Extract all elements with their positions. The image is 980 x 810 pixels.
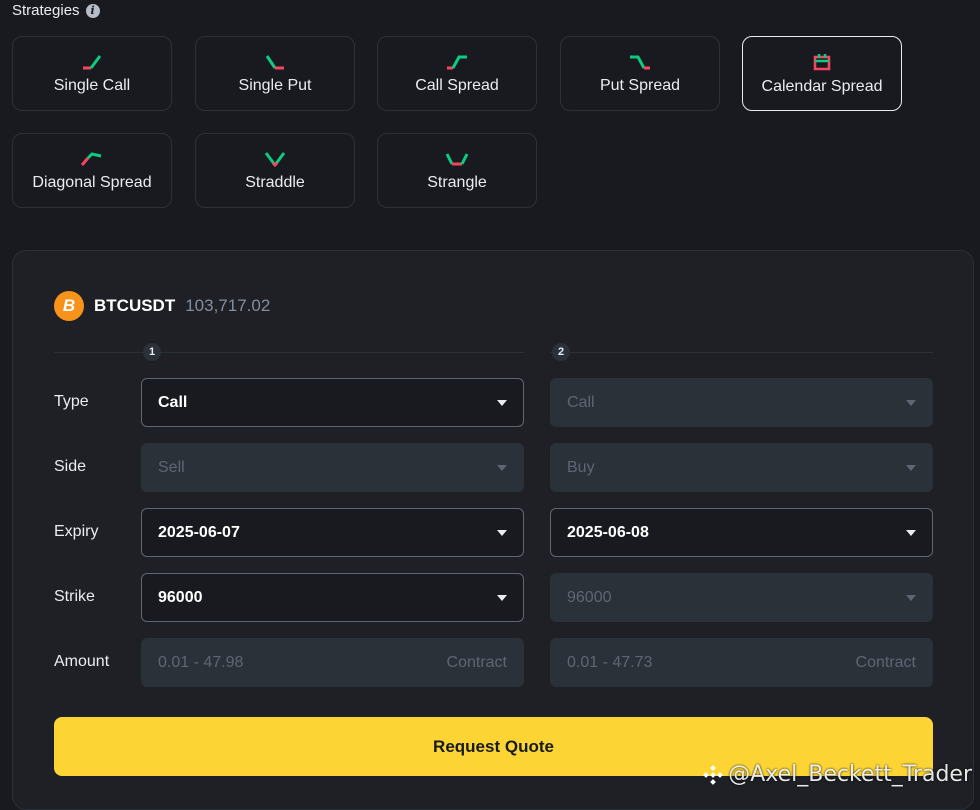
amount-unit: Contract	[446, 653, 507, 671]
leg-1-amount-input[interactable]: 0.01 - 47.98 Contract	[141, 638, 524, 687]
side-label: Side	[54, 458, 87, 475]
call-spread-icon	[447, 55, 467, 69]
strategy-put-spread[interactable]: Put Spread	[560, 36, 720, 111]
type-label: Type	[54, 393, 89, 410]
single-put-icon	[265, 54, 284, 69]
strategy-label: Put Spread	[599, 76, 681, 94]
chevron-down-icon	[497, 594, 507, 601]
amount-placeholder: 0.01 - 47.73	[567, 653, 653, 671]
amount-placeholder: 0.01 - 47.98	[158, 653, 244, 671]
leg-2-amount-input[interactable]: 0.01 - 47.73 Contract	[550, 638, 933, 687]
amount-unit: Contract	[855, 653, 916, 671]
chevron-down-icon	[497, 529, 507, 536]
bitcoin-icon: B	[54, 291, 84, 321]
leg-1-type-select[interactable]: Call	[141, 378, 524, 427]
select-value: 96000	[158, 588, 203, 606]
select-value: Call	[158, 393, 188, 411]
leg-1-expiry-select[interactable]: 2025-06-07	[141, 508, 524, 557]
select-value: Sell	[158, 458, 185, 476]
leg-2-expiry-select[interactable]: 2025-06-08	[550, 508, 933, 557]
leg-2-type-select: Call	[550, 378, 933, 427]
chevron-down-icon	[497, 399, 507, 406]
symbol-name: BTCUSDT	[94, 296, 176, 315]
put-spread-icon	[630, 55, 650, 69]
watermark-text: @Axel_Beckett_Trader	[728, 762, 972, 787]
chevron-down-icon	[906, 594, 916, 601]
calendar-spread-icon	[813, 53, 831, 70]
strategy-diagonal-spread[interactable]: Diagonal Spread	[12, 133, 172, 208]
chevron-down-icon	[906, 464, 916, 471]
leg-1-side-select: Sell	[141, 443, 524, 492]
select-value: 2025-06-07	[158, 523, 240, 541]
chevron-down-icon	[906, 529, 916, 536]
strategy-strangle[interactable]: Strangle	[377, 133, 537, 208]
strategy-label: Straddle	[245, 173, 305, 191]
symbol-header: B BTCUSDT 103,717.02	[54, 291, 270, 321]
strike-label: Strike	[54, 588, 95, 605]
select-value: 96000	[567, 588, 612, 606]
select-value: Buy	[567, 458, 595, 476]
diagonal-spread-icon	[80, 151, 102, 166]
chevron-down-icon	[497, 464, 507, 471]
strategy-label: Calendar Spread	[761, 77, 883, 95]
watermark: @Axel_Beckett_Trader	[702, 762, 972, 787]
single-call-icon	[83, 54, 102, 69]
leg-2-badge: 2	[552, 343, 570, 361]
strategy-label: Diagonal Spread	[32, 173, 152, 191]
strangle-icon	[445, 152, 469, 165]
straddle-icon	[264, 151, 286, 167]
strategy-label: Single Call	[53, 76, 131, 94]
strategies-title: Strategies	[12, 2, 80, 19]
strategy-call-spread[interactable]: Call Spread	[377, 36, 537, 111]
strategy-calendar-spread[interactable]: Calendar Spread	[742, 36, 902, 111]
leg-2-strike-select: 96000	[550, 573, 933, 622]
leg-2-divider	[550, 352, 933, 353]
leg-1-badge: 1	[143, 343, 161, 361]
strategy-label: Single Put	[238, 76, 312, 94]
strategy-single-put[interactable]: Single Put	[195, 36, 355, 111]
strategies-header: Strategies i	[12, 2, 100, 19]
strategy-label: Strangle	[427, 173, 487, 191]
select-value: 2025-06-08	[567, 523, 649, 541]
select-value: Call	[567, 393, 595, 411]
chevron-down-icon	[906, 399, 916, 406]
symbol-price: 103,717.02	[185, 296, 271, 315]
leg-2-side-select: Buy	[550, 443, 933, 492]
strategy-straddle[interactable]: Straddle	[195, 133, 355, 208]
info-icon[interactable]: i	[85, 3, 100, 18]
expiry-label: Expiry	[54, 523, 99, 540]
leg-1-divider	[54, 352, 524, 353]
strategy-label: Call Spread	[415, 76, 499, 94]
amount-label: Amount	[54, 653, 110, 670]
strategy-single-call[interactable]: Single Call	[12, 36, 172, 111]
binance-logo-icon	[703, 764, 724, 785]
leg-1-strike-select[interactable]: 96000	[141, 573, 524, 622]
